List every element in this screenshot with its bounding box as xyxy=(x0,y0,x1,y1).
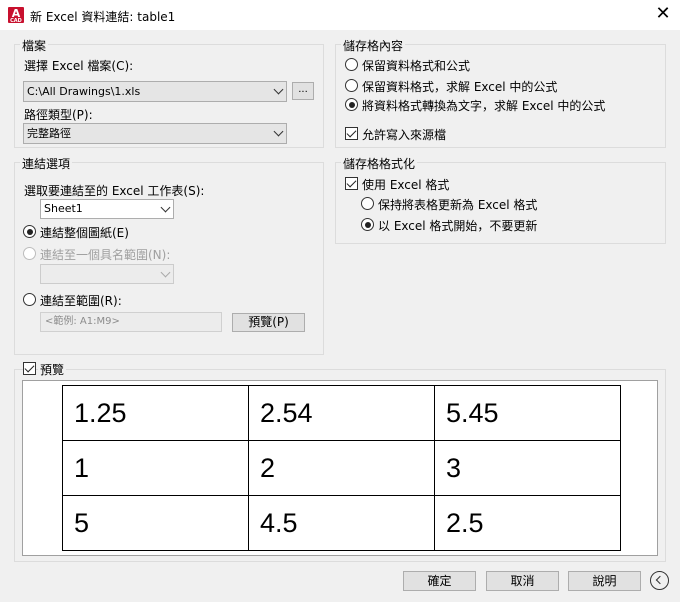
chevron-down-icon xyxy=(160,267,171,278)
close-icon[interactable]: ✕ xyxy=(652,4,674,26)
keep-formats-formulas-label[interactable]: 保留資料格式和公式 xyxy=(362,57,470,74)
keep-formats-formulas-radio[interactable] xyxy=(345,58,358,71)
table-cell: 4.5 xyxy=(248,495,435,551)
range-input[interactable]: <範例: A1:M9> xyxy=(40,312,222,332)
ok-button[interactable]: 確定 xyxy=(403,571,476,591)
table-cell: 2.54 xyxy=(248,385,435,441)
chevron-down-icon xyxy=(273,84,284,95)
table-cell: 3 xyxy=(434,440,621,496)
table-row: 5 4.5 2.5 xyxy=(62,495,621,551)
sheet-select-value: Sheet1 xyxy=(44,202,83,215)
table-cell: 1.25 xyxy=(62,385,249,441)
path-type-label: 路徑類型(P): xyxy=(24,108,93,122)
entire-sheet-label[interactable]: 連結整個圖紙(E) xyxy=(40,224,129,241)
keep-formats-solve-label[interactable]: 保留資料格式，求解 Excel 中的公式 xyxy=(362,78,557,95)
path-type-value: 完整路徑 xyxy=(27,127,71,140)
window-title: 新 Excel 資料連結: table1 xyxy=(30,10,176,24)
convert-text-label[interactable]: 將資料格式轉換為文字，求解 Excel 中的公式 xyxy=(362,97,605,114)
app-icon: A CAD xyxy=(8,7,24,24)
cell-format-label: 儲存格格式化 xyxy=(341,155,418,172)
range-radio[interactable] xyxy=(23,293,36,306)
table-row: 1.25 2.54 5.45 xyxy=(62,385,621,441)
excel-file-value: C:\All Drawings\1.xls xyxy=(27,85,141,98)
start-no-update-radio[interactable] xyxy=(361,218,374,231)
table-cell: 5.45 xyxy=(434,385,621,441)
use-excel-format-label[interactable]: 使用 Excel 格式 xyxy=(362,176,449,193)
table-cell: 2.5 xyxy=(434,495,621,551)
chevron-down-icon xyxy=(273,126,284,137)
allow-writeback-label[interactable]: 允許寫入來源檔 xyxy=(362,126,446,143)
preview-range-button[interactable]: 預覽(P) xyxy=(232,313,305,332)
named-range-select[interactable] xyxy=(40,264,174,284)
app-icon-sub: CAD xyxy=(10,18,22,24)
preview-area: 1.25 2.54 5.45 1 2 3 5 4.5 2.5 xyxy=(22,380,658,556)
chevron-left-icon[interactable] xyxy=(650,571,669,590)
file-group-label: 檔案 xyxy=(20,37,49,54)
link-options-label: 連結選項 xyxy=(20,155,73,172)
keep-formats-solve-radio[interactable] xyxy=(345,79,358,92)
preview-label[interactable]: 預覽 xyxy=(38,361,67,378)
table-row: 1 2 3 xyxy=(62,440,621,496)
table-cell: 2 xyxy=(248,440,435,496)
keep-updating-label[interactable]: 保持將表格更新為 Excel 格式 xyxy=(378,196,537,213)
start-no-update-label[interactable]: 以 Excel 格式開始，不要更新 xyxy=(378,217,537,234)
keep-updating-radio[interactable] xyxy=(361,197,374,210)
chevron-down-icon xyxy=(160,202,171,213)
range-label[interactable]: 連結至範圍(R): xyxy=(40,292,122,309)
table-cell: 1 xyxy=(62,440,249,496)
help-button[interactable]: 說明 xyxy=(568,571,641,591)
cancel-button[interactable]: 取消 xyxy=(486,571,559,591)
path-type-select[interactable]: 完整路徑 xyxy=(23,123,287,144)
choose-file-label: 選擇 Excel 檔案(C): xyxy=(24,59,134,73)
cell-contents-label: 儲存格內容 xyxy=(341,37,406,54)
named-range-radio[interactable] xyxy=(23,247,36,260)
entire-sheet-radio[interactable] xyxy=(23,225,36,238)
preview-table: 1.25 2.54 5.45 1 2 3 5 4.5 2.5 xyxy=(62,385,621,551)
allow-writeback-checkbox[interactable] xyxy=(345,127,358,140)
convert-text-radio[interactable] xyxy=(345,98,358,111)
sheet-select-label: 選取要連結至的 Excel 工作表(S): xyxy=(24,184,205,198)
table-cell: 5 xyxy=(62,495,249,551)
browse-button[interactable]: ... xyxy=(292,82,314,100)
named-range-label[interactable]: 連結至一個具名範圍(N): xyxy=(40,246,170,263)
excel-file-select[interactable]: C:\All Drawings\1.xls xyxy=(23,81,287,102)
preview-checkbox[interactable] xyxy=(23,362,36,375)
sheet-select[interactable]: Sheet1 xyxy=(40,199,174,219)
use-excel-format-checkbox[interactable] xyxy=(345,177,358,190)
